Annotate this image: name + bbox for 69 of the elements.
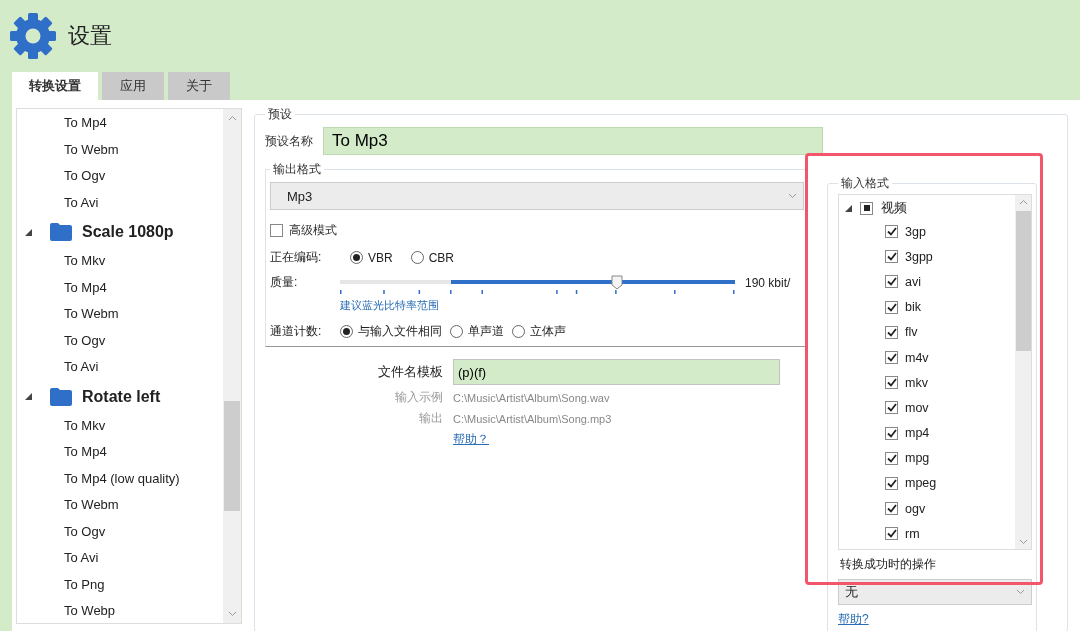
output-path: C:\Music\Artist\Album\Song.mp3 [453,412,613,425]
tree-label[interactable]: m4v [905,350,929,365]
tree-label[interactable]: mp4 [905,426,930,441]
preset-item[interactable]: To Mp4 [17,110,223,137]
preset-item[interactable]: To Avi [17,354,223,381]
field-label: 正在编码: [270,249,323,266]
preset-item[interactable]: To Ogv [17,327,223,354]
field-label: 转换成功时的操作 [840,556,937,573]
preset-item[interactable]: To Webm [17,136,223,163]
tab[interactable]: 转换设置 [12,72,98,100]
preset-item[interactable]: To Mp4 [17,439,223,466]
preset-group[interactable]: Scale 1080p [82,223,174,241]
preset-item[interactable]: To Png [17,571,223,598]
help-link[interactable]: 帮助? [838,612,869,626]
tab[interactable]: 关于 [168,72,230,100]
template-field[interactable]: (p)(f) [453,359,780,385]
tab[interactable]: 应用 [102,72,164,100]
preset-item[interactable]: To Mp4 [17,274,223,301]
option-label: 单声道 [468,323,504,340]
radio-option[interactable]: 立体声 [512,323,566,340]
tree-label[interactable]: mkv [905,375,928,390]
preset-name-field[interactable]: To Mp3 [323,127,823,155]
tree-label[interactable]: bik [905,300,921,315]
radio-option[interactable]: 单声道 [450,323,504,340]
tree-label[interactable]: 视频 [881,199,907,217]
tree-label[interactable]: mov [905,400,929,415]
group-title: 输入格式 [840,175,890,192]
radio-option[interactable]: CBR [410,250,455,265]
option-label: 立体声 [530,323,566,340]
action-dropdown[interactable]: 无 [838,579,1032,605]
tree-label[interactable]: avi [905,274,921,289]
window-title: 设置 [68,22,112,50]
format-dropdown[interactable]: Mp3 [270,182,804,210]
tree-label[interactable]: 3gp [905,224,926,239]
field-label: 文件名模板 [377,363,443,381]
quality-reading: 190 kbit/ [745,275,791,290]
tree-label[interactable]: 3gpp [905,249,933,264]
checkbox-label[interactable]: 高级模式 [289,222,337,239]
preset-item[interactable]: To Webp [17,598,223,623]
preset-item[interactable]: To Ogv [17,163,223,190]
example-path: C:\Music\Artist\Album\Song.wav [453,391,611,404]
option-label: VBR [368,250,393,265]
option-label: 与输入文件相同 [358,323,442,340]
tree-label[interactable]: flv [905,325,918,340]
preset-item[interactable]: To Ogv [17,518,223,545]
bitrate-link[interactable]: 建议蓝光比特率范围 [340,299,439,311]
field-label: 预设名称 [265,132,313,150]
field-label: 通道计数: [270,323,323,340]
preset-item[interactable]: To Avi [17,189,223,216]
tree-label[interactable]: ogv [905,501,926,516]
preset-group[interactable]: Rotate left [82,387,161,406]
preset-item[interactable]: To Mkv [17,412,223,439]
preset-item[interactable]: To Mp4 (low quality) [17,465,223,492]
preset-item[interactable]: To Webm [17,301,223,328]
option-label: CBR [428,250,455,265]
preset-item[interactable]: To Avi [17,545,223,572]
tree-label[interactable]: mpeg [905,476,937,491]
tree-label[interactable]: rm [905,526,920,541]
preset-item[interactable]: To Mkv [17,248,223,275]
tree-label[interactable]: mpg [905,451,930,466]
group-title: 预设 [267,106,293,123]
preset-item[interactable]: To Webm [17,492,223,519]
radio-option[interactable]: VBR [350,250,393,265]
field-label: 输出 [418,410,443,427]
help-link[interactable]: 帮助？ [453,432,489,446]
group-title: 输出格式 [272,161,322,178]
radio-option[interactable]: 与输入文件相同 [340,323,442,340]
field-label: 输入示例 [394,389,443,406]
field-label: 质量: [270,274,299,291]
